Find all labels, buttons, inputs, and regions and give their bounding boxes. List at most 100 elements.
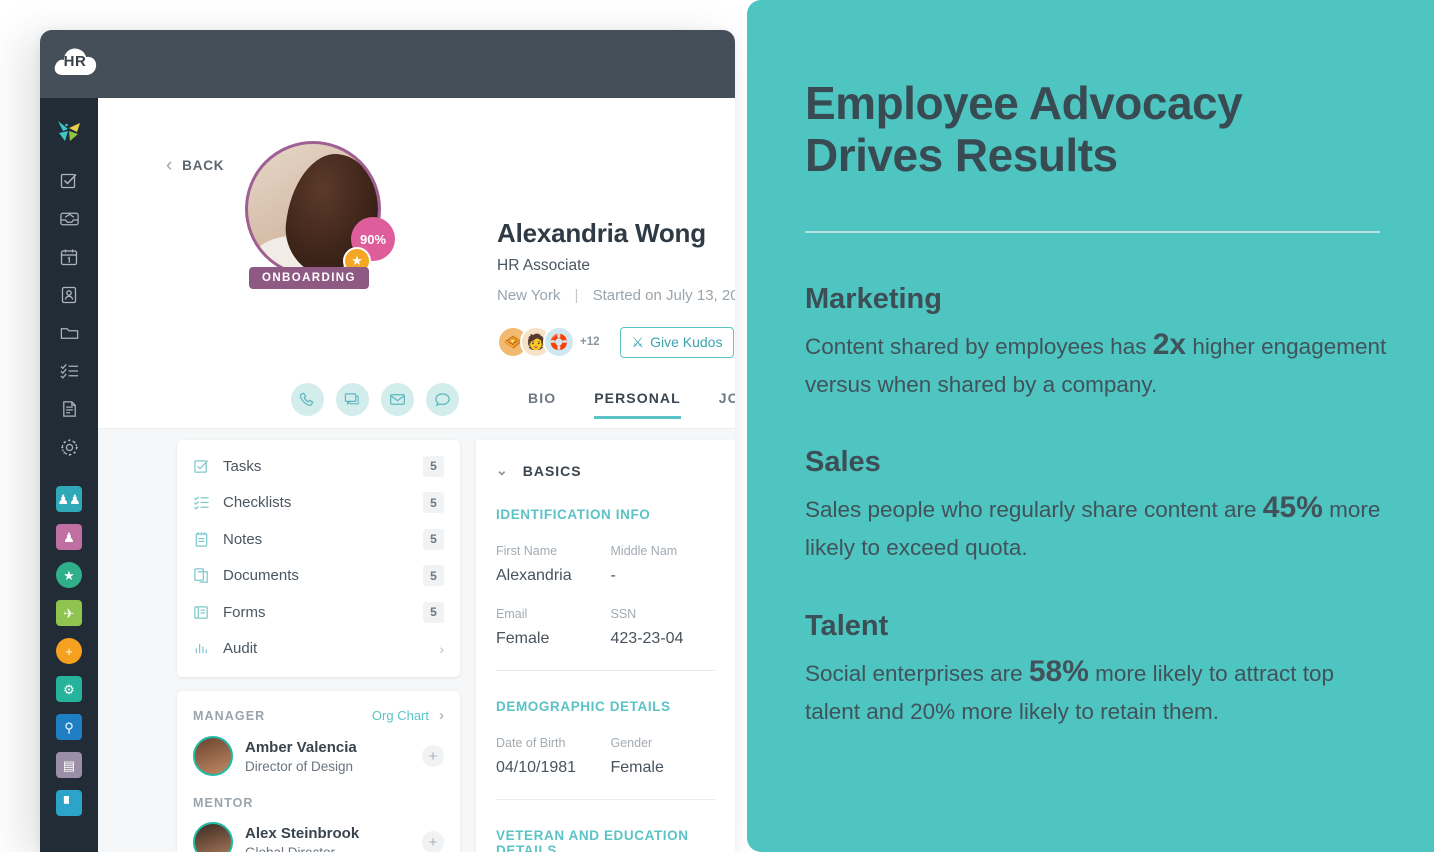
field-label: Email xyxy=(496,607,528,621)
add-manager-button[interactable]: + xyxy=(422,745,444,767)
list-item-count: 5 xyxy=(423,455,444,477)
give-kudos-label: Give Kudos xyxy=(650,334,723,350)
list-item[interactable]: Notes 5 xyxy=(177,521,460,558)
field-label: SSN xyxy=(610,607,637,621)
add-mentor-button[interactable]: + xyxy=(422,831,444,852)
list-item-label: Documents xyxy=(223,567,299,585)
employee-location: New York xyxy=(497,287,561,304)
checkbox-task-icon[interactable] xyxy=(40,162,98,200)
list-item-count: 5 xyxy=(423,492,444,514)
stat-pre: Content shared by employees has xyxy=(805,334,1153,360)
gear-icon[interactable] xyxy=(40,428,98,466)
stat-value: 2x xyxy=(1152,328,1187,362)
kudos-avatar[interactable]: 🛟 xyxy=(543,326,575,358)
field-label: First Name xyxy=(496,544,558,558)
stat-value: 58% xyxy=(1028,654,1089,688)
divider xyxy=(805,231,1380,234)
award-badge-icon[interactable]: ★ xyxy=(40,556,98,594)
checkbox-task-icon xyxy=(193,458,223,475)
field-value: Female xyxy=(496,630,550,647)
search-clipboard-icon[interactable]: ⚲ xyxy=(40,708,98,746)
team-book-icon[interactable]: ♟♟ xyxy=(40,480,98,518)
avatar xyxy=(193,822,233,852)
envelope-icon[interactable] xyxy=(381,383,414,416)
stat-section-talent: Talent Social enterprises are 58% more l… xyxy=(805,610,1390,729)
chevron-down-icon: ⌄ xyxy=(496,462,509,478)
phone-icon[interactable] xyxy=(291,383,324,416)
inbox-tray-icon[interactable] xyxy=(40,200,98,238)
stat-section-sales: Sales Sales people who regularly share c… xyxy=(805,446,1390,565)
calendar-icon[interactable] xyxy=(40,238,98,276)
list-item-label: Audit xyxy=(223,640,258,658)
checklist-icon[interactable] xyxy=(40,352,98,390)
employee-start-date: Started on July 13, 2024 xyxy=(592,287,735,304)
list-item[interactable]: Checklists 5 xyxy=(177,485,460,522)
profile-body: Tasks 5 Checklists 5 Notes 5 Documents 5… xyxy=(98,429,735,852)
page-title: Alexandria Wong xyxy=(497,218,706,248)
mentor-row[interactable]: Alex Steinbrook Global Director + xyxy=(193,822,444,852)
mentor-section-header: MENTOR xyxy=(193,796,444,810)
settings-monitor-icon[interactable]: ⚙ xyxy=(40,670,98,708)
org-chart-label: Org Chart xyxy=(371,708,429,723)
basics-card: ⌄ BASICS IDENTIFICATION INFO First Name … xyxy=(476,440,735,852)
person-card-icon[interactable] xyxy=(40,276,98,314)
stat-pre: Social enterprises are xyxy=(805,660,1029,686)
comment-icon[interactable] xyxy=(426,383,459,416)
meta-separator: | xyxy=(574,287,579,304)
avatar[interactable]: 90% ★ ONBOARDING xyxy=(245,141,395,289)
mentor-role: Global Director xyxy=(245,844,336,852)
list-item[interactable]: Documents 5 xyxy=(177,558,460,595)
mentor-name: Alex Steinbrook xyxy=(245,824,360,842)
profile-book-icon[interactable]: ♟ xyxy=(40,518,98,556)
kudos-more-count[interactable]: +12 xyxy=(580,336,600,348)
manager-heading: MANAGER xyxy=(193,708,266,723)
forms-icon xyxy=(193,604,223,621)
stat-body: Sales people who regularly share content… xyxy=(805,485,1390,565)
tab-personal[interactable]: PERSONAL xyxy=(594,390,681,419)
benefits-shield-icon[interactable]: + xyxy=(40,632,98,670)
app-icon-rail: ♟♟ ♟ ★ ✈ + ⚙ ⚲ ▤ ▘ xyxy=(40,98,98,852)
stat-body: Content shared by employees has 2x highe… xyxy=(805,322,1390,402)
logo-text: HR xyxy=(63,53,87,70)
field-value: 423-23-04 xyxy=(610,630,684,647)
field-value: - xyxy=(610,567,616,584)
stat-body: Social enterprises are 58% more likely t… xyxy=(805,649,1390,729)
list-item-label: Forms xyxy=(223,603,266,621)
stat-pre: Sales people who regularly share content… xyxy=(805,497,1263,523)
chat-bubbles-icon[interactable] xyxy=(336,383,369,416)
stat-section-marketing: Marketing Content shared by employees ha… xyxy=(805,283,1390,402)
identity-block: Alexandria Wong HR Associate New York | … xyxy=(497,218,735,304)
group-title-identification: IDENTIFICATION INFO xyxy=(496,507,651,522)
back-button[interactable]: ‹ BACK xyxy=(166,156,224,175)
give-kudos-button[interactable]: ⚔ Give Kudos xyxy=(619,326,735,358)
list-item-label: Tasks xyxy=(223,457,262,475)
folder-icon[interactable] xyxy=(40,314,98,352)
chevron-left-icon: ‹ xyxy=(166,155,174,176)
stats-panel: Employee Advocacy Drives Results Marketi… xyxy=(747,0,1434,852)
field-label: Middle Nam xyxy=(610,544,678,558)
list-item[interactable]: Forms 5 xyxy=(177,594,460,631)
screenshot-root: HR ♟♟ ♟ ★ ✈ + ⚙ ⚲ ▤ ▘ ‹ BACK 90% ★ ONBOA… xyxy=(0,0,1434,852)
identification-fields: First Name Middle Nam Alexandria - Email… xyxy=(496,522,715,648)
org-chart-link[interactable]: Org Chart › xyxy=(372,707,444,724)
cloud-icon[interactable]: HR xyxy=(52,42,98,78)
analytics-person-icon[interactable]: ▤ xyxy=(40,746,98,784)
group-title-veteran-education: VETERAN AND EDUCATION DETAILS xyxy=(496,828,689,852)
basics-title: BASICS xyxy=(522,462,582,479)
main-pane: ‹ BACK 90% ★ ONBOARDING Alexandria Wong … xyxy=(98,98,735,852)
list-item-count: 5 xyxy=(423,565,444,587)
field-value: Female xyxy=(610,759,664,776)
time-off-plane-icon[interactable]: ✈ xyxy=(40,594,98,632)
list-item[interactable]: Tasks 5 xyxy=(177,448,460,485)
butterfly-logo-icon[interactable] xyxy=(40,112,98,150)
manager-row[interactable]: Amber Valencia Director of Design + xyxy=(193,736,444,776)
list-item[interactable]: Audit › xyxy=(177,631,460,668)
manager-section-header: MANAGER Org Chart › xyxy=(193,707,444,724)
payroll-calculator-icon[interactable]: ▘ xyxy=(40,784,98,822)
tab-bio[interactable]: BIO xyxy=(528,390,556,416)
tab-job[interactable]: JOB xyxy=(719,390,735,416)
stat-heading: Sales xyxy=(805,446,881,479)
app-topbar: HR xyxy=(40,30,735,98)
document-icon[interactable] xyxy=(40,390,98,428)
basics-section-header[interactable]: ⌄ BASICS xyxy=(496,462,715,479)
